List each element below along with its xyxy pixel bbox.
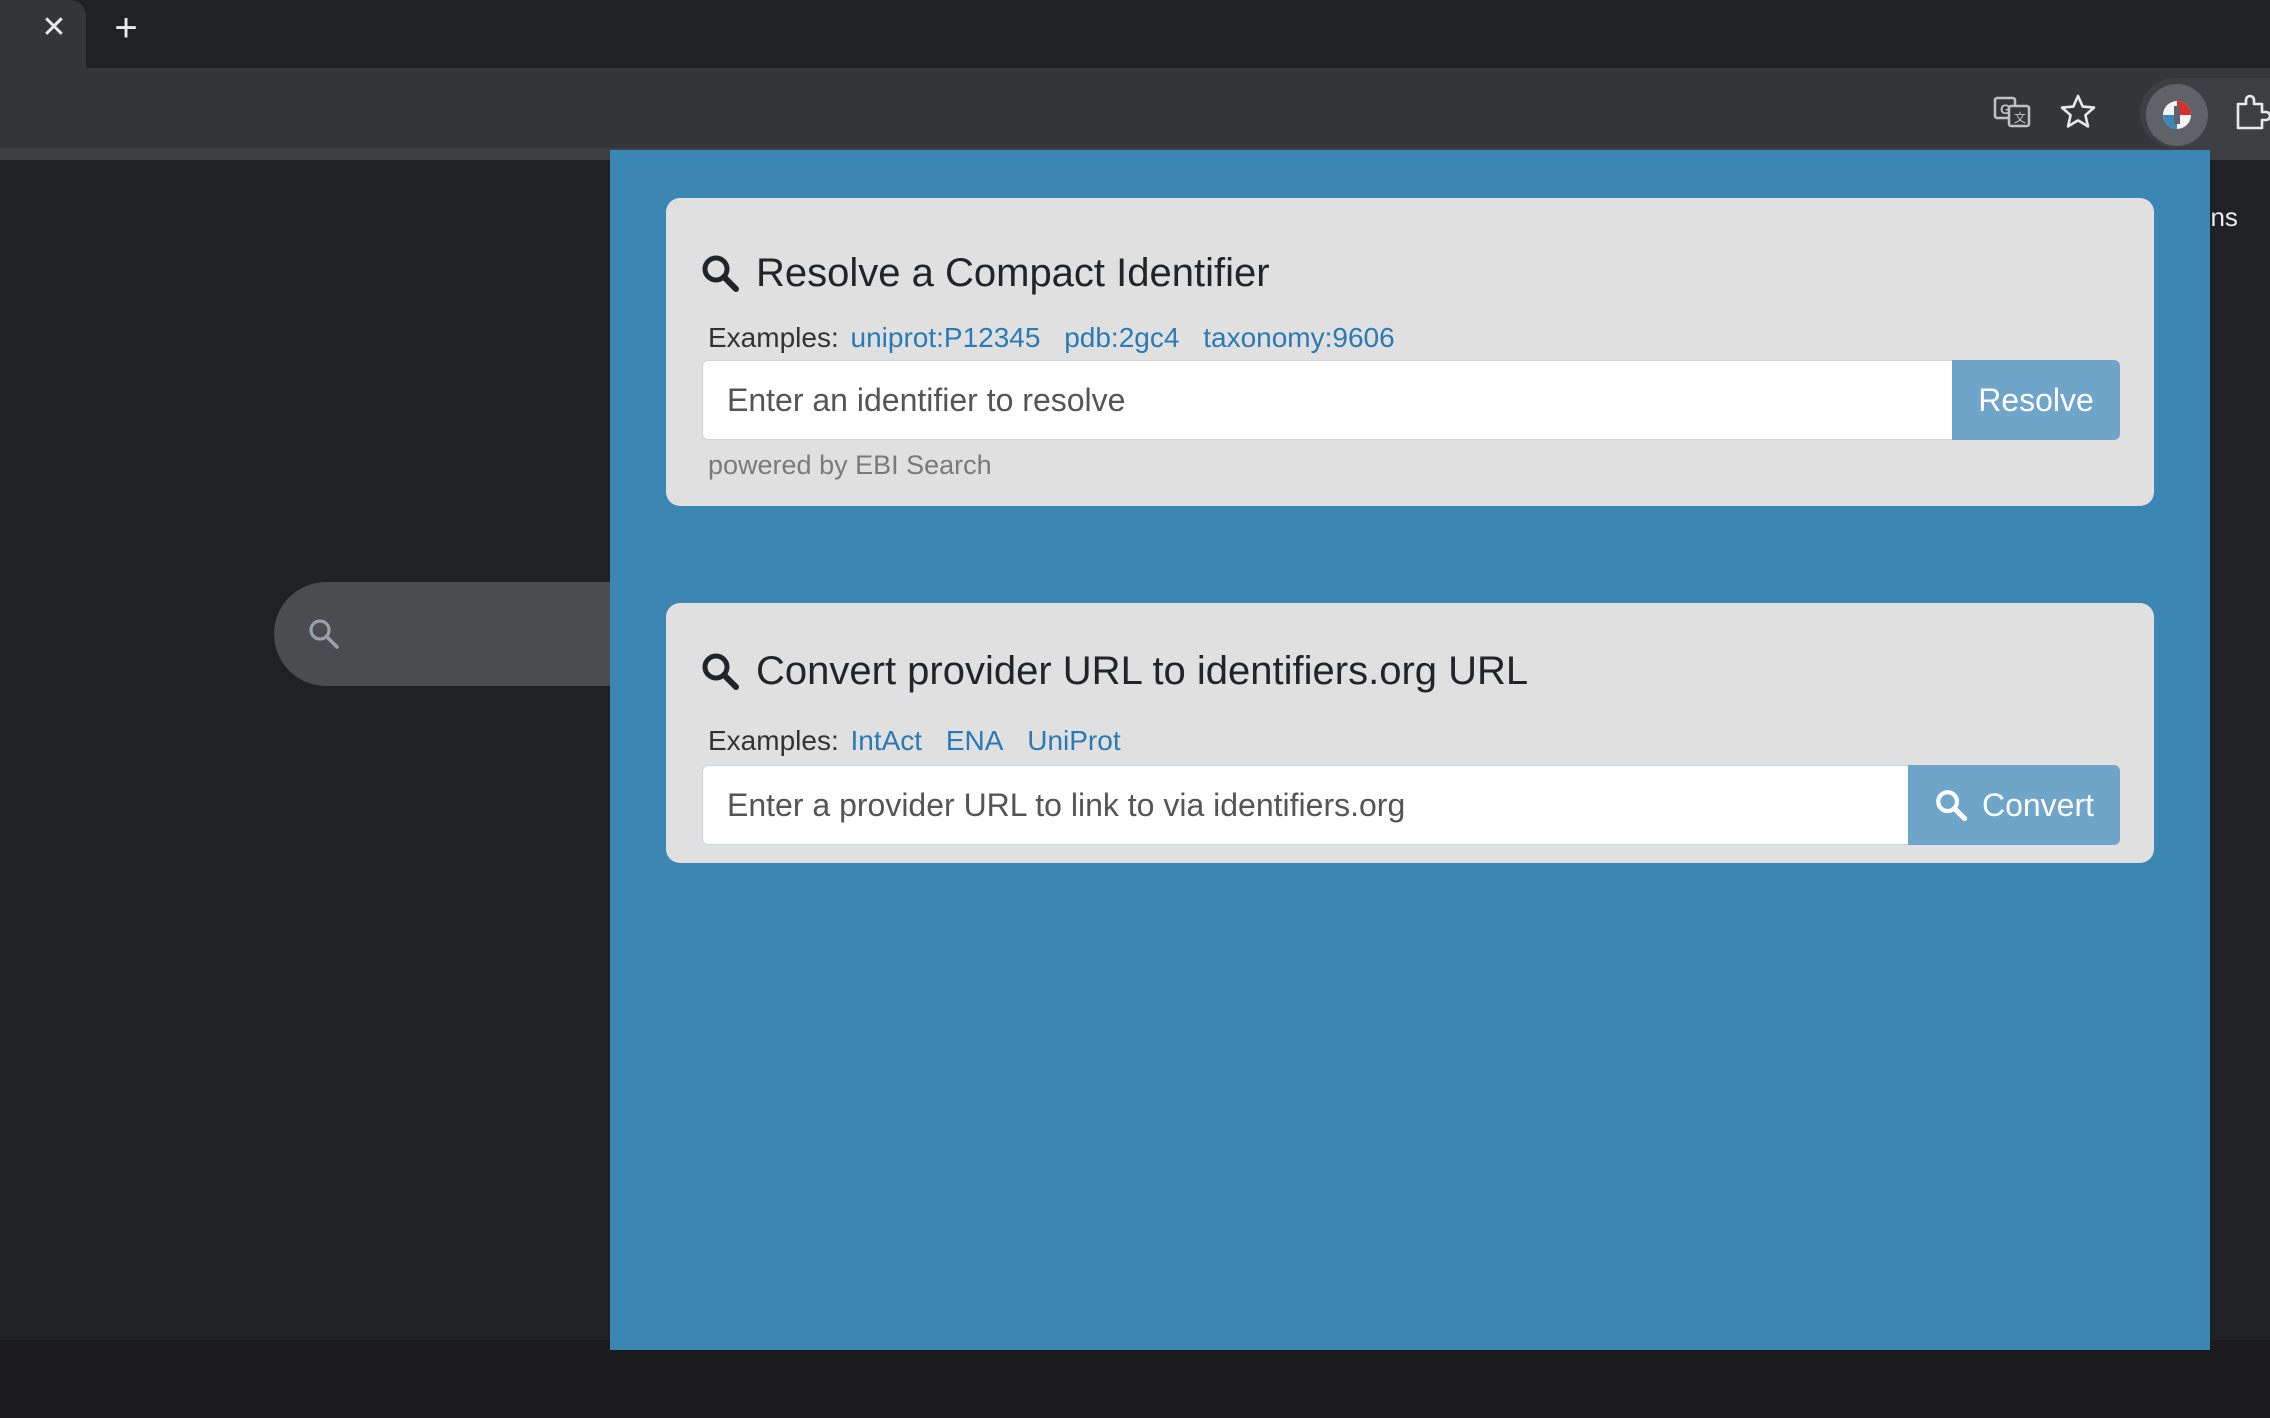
convert-button-label: Convert bbox=[1981, 786, 2095, 823]
extension-logo-icon bbox=[2163, 101, 2191, 129]
convert-button[interactable]: Convert bbox=[1908, 765, 2120, 845]
provider-url-input[interactable] bbox=[702, 765, 1908, 845]
example-link-uniprot[interactable]: uniprot:P12345 bbox=[851, 322, 1041, 353]
example-link-taxonomy[interactable]: taxonomy:9606 bbox=[1203, 322, 1394, 353]
convert-card: Convert provider URL to identifiers.org … bbox=[666, 603, 2154, 863]
profile-avatar-button[interactable] bbox=[2146, 84, 2208, 146]
example-link-uniprot[interactable]: UniProt bbox=[1027, 725, 1120, 756]
search-icon bbox=[1936, 790, 1968, 822]
new-tab-button[interactable]: + bbox=[108, 8, 144, 48]
identifier-input[interactable] bbox=[702, 360, 1952, 440]
example-link-ena[interactable]: ENA bbox=[946, 725, 1004, 756]
translate-icon[interactable]: G 文 bbox=[1992, 92, 2032, 132]
examples-label: Examples: bbox=[708, 725, 839, 756]
search-icon bbox=[309, 619, 339, 649]
example-link-intact[interactable]: IntAct bbox=[851, 725, 923, 756]
resolve-button[interactable]: Resolve bbox=[1952, 360, 2120, 440]
convert-input-group: Convert bbox=[702, 765, 2120, 845]
bookmark-star-icon[interactable] bbox=[2058, 92, 2098, 132]
resolve-title: Resolve a Compact Identifier bbox=[756, 250, 1270, 295]
powered-by-text: powered by EBI Search bbox=[708, 450, 992, 480]
close-tab-icon[interactable]: ✕ bbox=[38, 10, 70, 46]
convert-title: Convert provider URL to identifiers.org … bbox=[756, 648, 1529, 693]
extensions-icon[interactable] bbox=[2230, 92, 2270, 132]
search-icon bbox=[702, 653, 739, 690]
active-tab[interactable]: ✕ bbox=[0, 0, 86, 68]
convert-examples: Examples: IntAct ENA UniProt bbox=[708, 725, 1129, 757]
examples-label: Examples: bbox=[708, 322, 839, 353]
bottom-bar bbox=[0, 1340, 2270, 1418]
example-link-pdb[interactable]: pdb:2gc4 bbox=[1064, 322, 1179, 353]
resolve-card: Resolve a Compact Identifier Examples: u… bbox=[666, 198, 2154, 506]
resolve-input-group: Resolve bbox=[702, 360, 2120, 440]
extension-popup: Resolve a Compact Identifier Examples: u… bbox=[610, 150, 2210, 1350]
browser-toolbar bbox=[0, 68, 2270, 148]
resolve-examples: Examples: uniprot:P12345 pdb:2gc4 taxono… bbox=[708, 322, 1403, 354]
convert-heading: Convert provider URL to identifiers.org … bbox=[700, 646, 1528, 696]
resolve-heading: Resolve a Compact Identifier bbox=[700, 248, 1270, 298]
svg-text:文: 文 bbox=[2014, 110, 2026, 125]
search-icon bbox=[702, 255, 739, 292]
tab-strip: ✕ + bbox=[0, 0, 2270, 68]
